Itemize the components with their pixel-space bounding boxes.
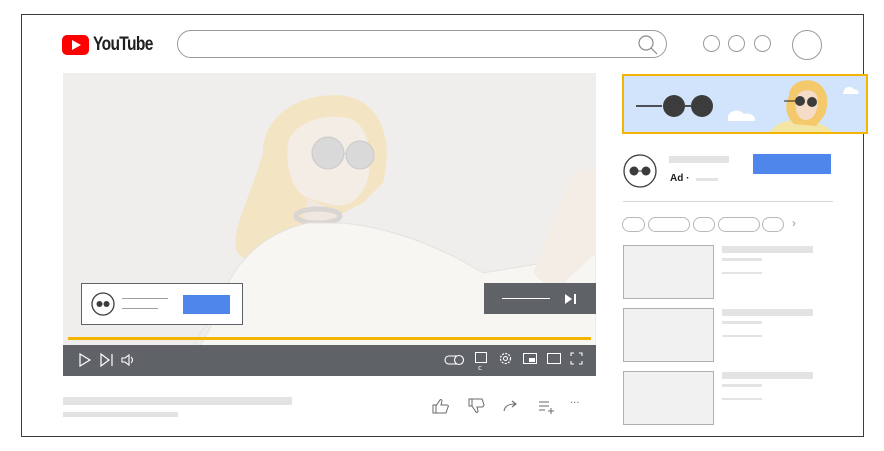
theater-icon[interactable] bbox=[547, 353, 561, 364]
miniplayer-icon[interactable] bbox=[523, 353, 537, 364]
filter-chip-4[interactable] bbox=[718, 217, 760, 232]
header-icon-3[interactable] bbox=[754, 35, 771, 52]
sidebar-divider bbox=[623, 201, 833, 202]
captions-icon[interactable] bbox=[475, 352, 487, 363]
settings-icon[interactable] bbox=[499, 352, 512, 365]
recommended-meta bbox=[722, 335, 762, 337]
player-controls bbox=[63, 345, 596, 376]
skip-ad-icon bbox=[565, 294, 576, 304]
youtube-logo[interactable]: YouTube bbox=[62, 34, 166, 56]
more-icon[interactable]: ··· bbox=[570, 399, 580, 409]
overlay-ad-subtitle bbox=[122, 308, 158, 309]
dislike-icon[interactable] bbox=[468, 397, 486, 413]
video-player[interactable] bbox=[63, 73, 596, 376]
fullscreen-icon[interactable] bbox=[570, 352, 583, 365]
filter-chip-1[interactable] bbox=[622, 217, 645, 232]
recommended-thumbnail[interactable] bbox=[623, 308, 714, 362]
recommended-title bbox=[722, 309, 813, 316]
recommended-channel bbox=[722, 321, 762, 324]
ad-label: Ad · bbox=[670, 173, 690, 184]
header-icon-2[interactable] bbox=[728, 35, 745, 52]
companion-banner-ad[interactable] bbox=[622, 74, 868, 134]
overlay-ad-title bbox=[122, 298, 168, 299]
header-icon-1[interactable] bbox=[703, 35, 720, 52]
recommended-meta bbox=[722, 398, 762, 400]
recommended-title bbox=[722, 246, 813, 253]
companion-ad-url bbox=[696, 178, 718, 181]
filter-chip-2[interactable] bbox=[648, 217, 690, 232]
share-icon[interactable] bbox=[503, 400, 521, 412]
filter-chip-5[interactable] bbox=[762, 217, 784, 232]
companion-ad-cta-button[interactable] bbox=[753, 154, 831, 174]
chips-chevron-icon[interactable]: › bbox=[792, 216, 796, 230]
video-frame-illustration bbox=[182, 95, 596, 376]
youtube-play-icon bbox=[62, 35, 89, 55]
next-icon[interactable] bbox=[99, 353, 115, 367]
recommended-thumbnail[interactable] bbox=[623, 245, 714, 299]
ad-progress-bar[interactable] bbox=[68, 337, 591, 340]
like-icon[interactable] bbox=[432, 398, 450, 414]
search-input[interactable] bbox=[177, 30, 667, 58]
volume-icon[interactable] bbox=[121, 353, 137, 367]
companion-ad-title bbox=[669, 156, 729, 163]
search-icon[interactable] bbox=[636, 34, 662, 56]
channel-name bbox=[63, 412, 178, 417]
banner-illustration bbox=[636, 80, 859, 132]
video-title bbox=[63, 397, 292, 405]
recommended-meta bbox=[722, 272, 762, 274]
overlay-ad-cta-button[interactable] bbox=[183, 295, 230, 314]
logo-text: YouTube bbox=[93, 34, 153, 55]
filter-chip-3[interactable] bbox=[693, 217, 715, 232]
captions-label: c bbox=[478, 364, 482, 372]
autoplay-toggle-icon[interactable] bbox=[444, 354, 466, 366]
skip-ad-label bbox=[502, 298, 550, 299]
advertiser-logo-icon bbox=[91, 292, 115, 316]
recommended-channel bbox=[722, 258, 762, 261]
recommended-thumbnail[interactable] bbox=[623, 371, 714, 425]
recommended-title bbox=[722, 372, 813, 379]
play-icon[interactable] bbox=[78, 353, 92, 367]
avatar[interactable] bbox=[792, 30, 822, 60]
add-to-playlist-icon[interactable] bbox=[538, 400, 556, 414]
advertiser-avatar-icon[interactable] bbox=[623, 154, 657, 188]
recommended-channel bbox=[722, 384, 762, 387]
